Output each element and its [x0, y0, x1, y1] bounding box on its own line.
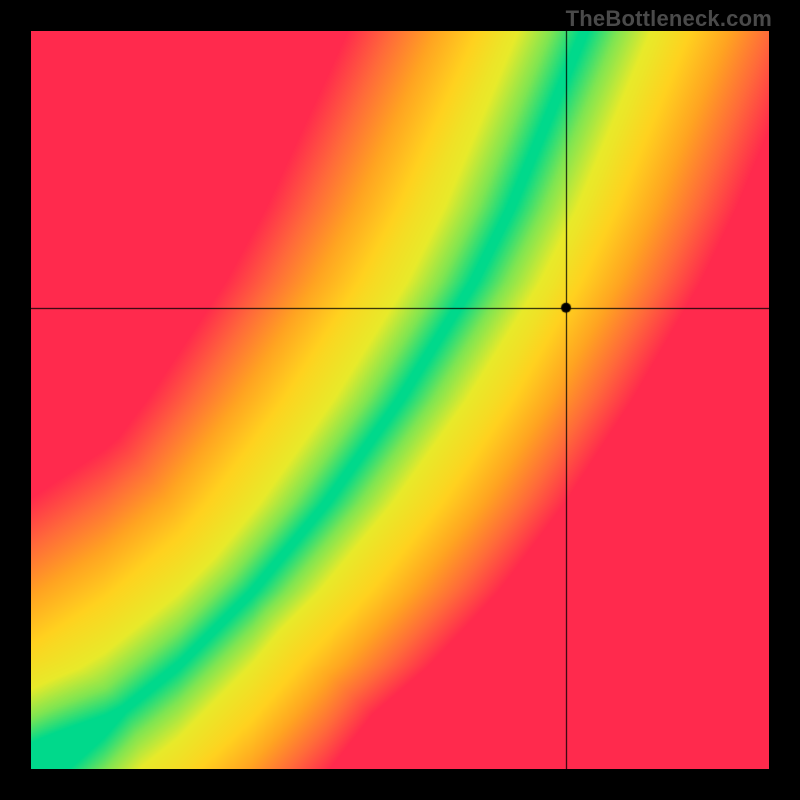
bottleneck-heatmap	[31, 31, 769, 769]
chart-frame: TheBottleneck.com	[0, 0, 800, 800]
watermark-text: TheBottleneck.com	[566, 6, 772, 32]
